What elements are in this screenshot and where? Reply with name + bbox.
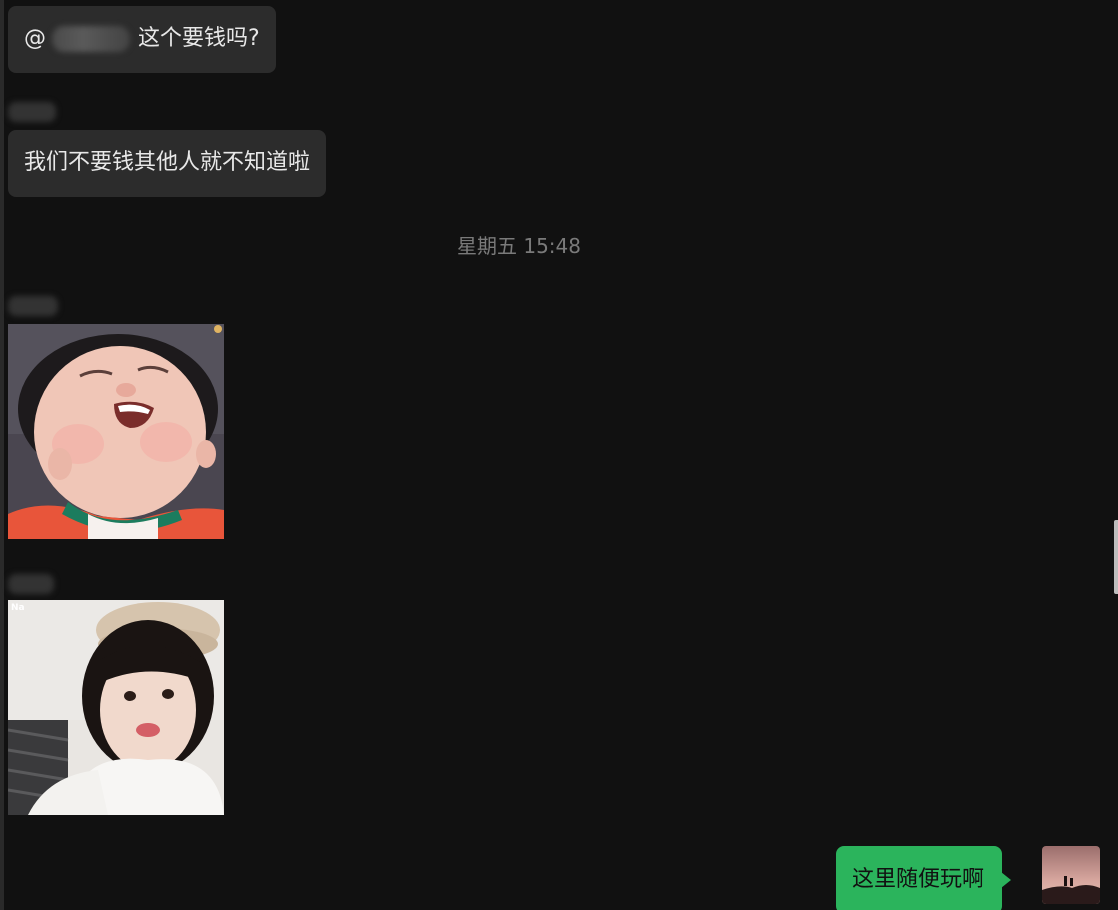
sticker-watermark: Na (11, 603, 25, 613)
message-bubble[interactable]: @ 这个要钱吗? (8, 6, 276, 73)
message-text: 这个要钱吗? (138, 26, 260, 51)
laughing-child-sticker[interactable] (8, 324, 224, 539)
outgoing-message-bubble[interactable]: 这里随便玩啊 (836, 846, 1012, 910)
mention-at: @ (24, 26, 46, 51)
own-avatar[interactable] (1042, 846, 1100, 904)
scrollbar-handle[interactable] (1114, 520, 1118, 594)
sender-name-redacted (8, 574, 54, 594)
chat-window: @ 这个要钱吗? 我们不要钱其他人就不知道啦 星期五 15:48 Na 这里随便… (0, 0, 1118, 910)
sender-name-redacted (8, 102, 56, 122)
message-bubble[interactable]: 我们不要钱其他人就不知道啦 (8, 130, 327, 197)
message-text: 这里随便玩啊 (852, 867, 985, 892)
mention[interactable]: @ (24, 24, 138, 54)
girl-with-beret-image: Na (8, 600, 224, 815)
redacted-name (52, 26, 130, 52)
laughing-child-image (8, 324, 224, 539)
girl-with-beret-sticker[interactable]: Na (8, 600, 224, 815)
timestamp: 星期五 15:48 (457, 234, 581, 258)
sender-name-redacted (8, 296, 58, 316)
message-text: 我们不要钱其他人就不知道啦 (24, 150, 311, 175)
avatar-image (1042, 846, 1100, 904)
